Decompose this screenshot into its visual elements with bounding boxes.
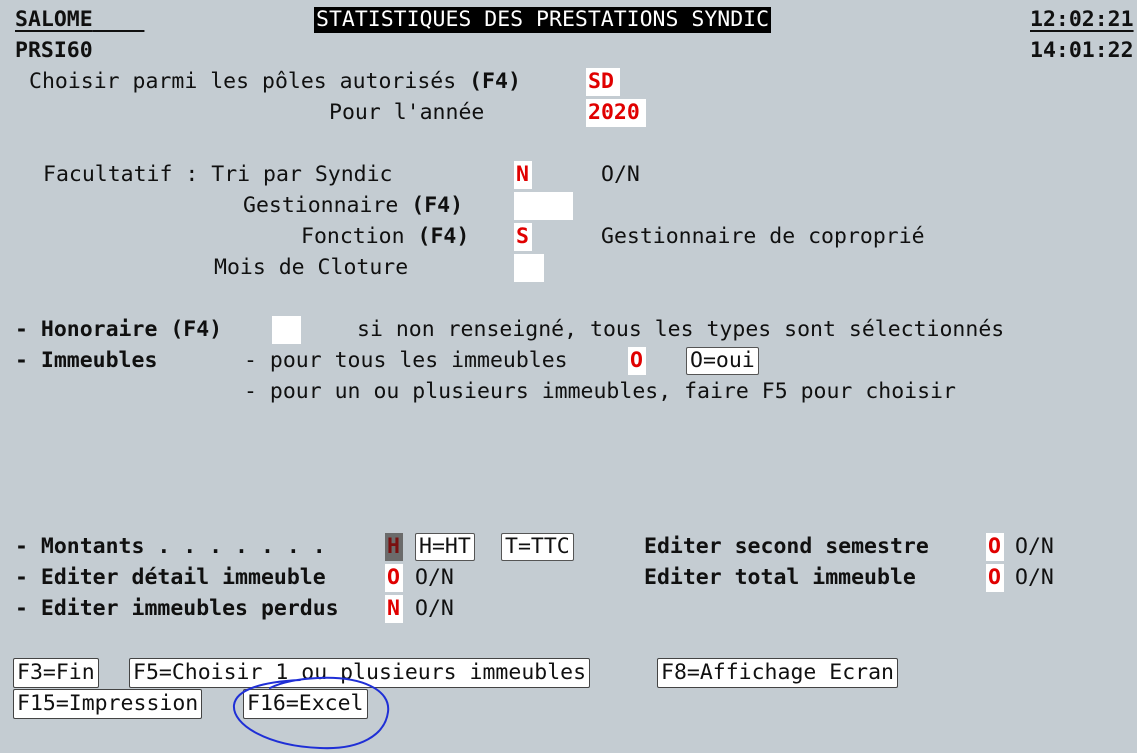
immeubles-option-all: - pour tous les immeubles [244,348,568,373]
honoraire-label: - Honoraire (F4) [15,317,223,342]
program-code: PRSI60 [15,38,93,63]
gestionnaire-input[interactable] [514,192,573,220]
poles-input[interactable]: SD [586,68,620,96]
fonction-description: Gestionnaire de coproprié [601,224,925,249]
poles-label: Choisir parmi les pôles autorisés (F4) [29,69,521,94]
immeubles-perdus-hint: O/N [415,596,454,621]
fonction-input[interactable]: S [514,223,532,251]
immeubles-input[interactable]: O [628,347,646,375]
second-semestre-hint: O/N [1015,534,1054,559]
app-name: SALOME [15,7,93,32]
honoraire-input[interactable] [272,316,301,344]
annee-input[interactable]: 2020 [586,99,646,127]
mois-cloture-input[interactable] [514,254,544,282]
f15-print-button[interactable]: F15=Impression [13,689,203,719]
f5-choose-buildings-button[interactable]: F5=Choisir 1 ou plusieurs immeubles [129,658,591,688]
tri-label: Facultatif : Tri par Syndic [43,162,393,187]
total-immeuble-input[interactable]: O [986,564,1004,592]
f16-excel-button[interactable]: F16=Excel [243,689,368,719]
honoraire-note: si non renseigné, tous les types sont sé… [357,317,1005,342]
montants-ht-option[interactable]: H=HT [415,533,475,561]
immeubles-perdus-input[interactable]: N [385,595,403,623]
fonction-label: Fonction (F4) [301,224,470,249]
gestionnaire-label: Gestionnaire (F4) [243,193,464,218]
second-semestre-input[interactable]: O [986,533,1004,561]
total-immeuble-hint: O/N [1015,565,1054,590]
montants-label: - Montants . . . . . . . [15,534,326,559]
f8-screen-display-button[interactable]: F8=Affichage Ecran [657,658,898,688]
annee-label: Pour l'année [329,100,485,125]
immeubles-label: - Immeubles [15,348,158,373]
mois-cloture-label: Mois de Cloture [214,255,409,280]
immeubles-perdus-label: - Editer immeubles perdus [15,596,339,621]
f3-exit-button[interactable]: F3=Fin [13,658,99,688]
clock-time: 12:02:21 [1030,7,1134,32]
immeubles-option-select: - pour un ou plusieurs immeubles, faire … [244,379,956,404]
immeubles-oui-option[interactable]: O=oui [686,347,759,375]
annotation-circle [232,676,390,750]
total-immeuble-label: Editer total immeuble [644,565,916,590]
detail-immeuble-hint: O/N [415,565,454,590]
detail-immeuble-input[interactable]: O [385,564,403,592]
tri-hint: O/N [601,162,640,187]
montants-ttc-option[interactable]: T=TTC [501,533,574,561]
clock-time-secondary: 14:01:22 [1030,38,1134,63]
page-title: STATISTIQUES DES PRESTATIONS SYNDIC [314,7,772,33]
second-semestre-label: Editer second semestre [644,534,929,559]
tri-input[interactable]: N [514,161,532,189]
montants-input[interactable]: H [385,533,403,561]
detail-immeuble-label: - Editer détail immeuble [15,565,326,590]
